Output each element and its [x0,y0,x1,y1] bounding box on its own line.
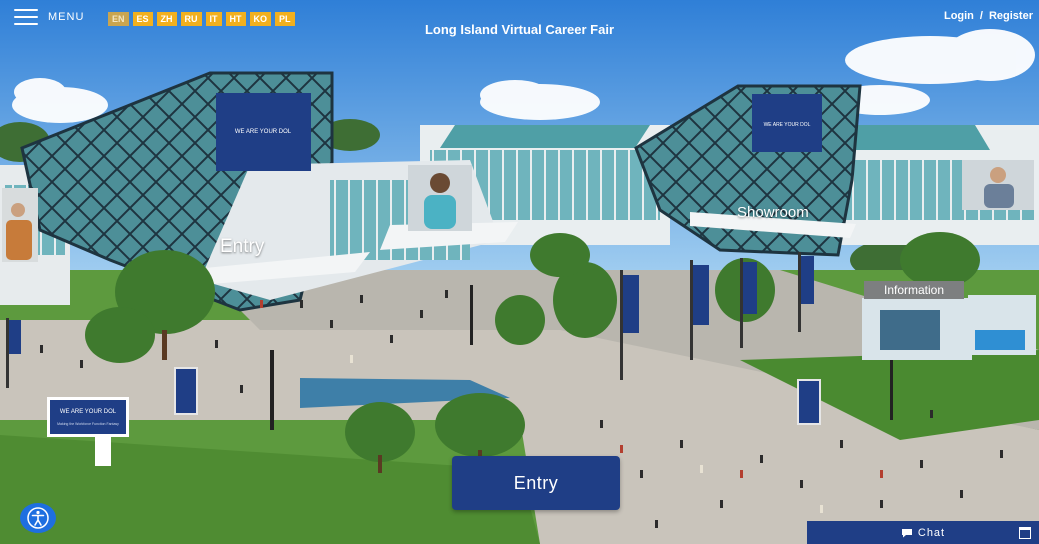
kiosk-banner-text: WE ARE YOUR DOL [60,409,117,415]
chat-bar[interactable]: Chat [807,521,1039,544]
auth-links: Login / Register [944,10,1033,22]
tower-banner-text: WE ARE YOUR DOL [764,122,811,128]
maximize-icon[interactable] [1019,527,1031,539]
tower-banner-text: WE ARE YOUR DOL [235,129,292,135]
login-link[interactable]: Login [944,10,974,22]
chat-bubble-icon [901,528,912,537]
entry-building-sign[interactable]: Entry [220,236,264,258]
accessibility-button[interactable] [20,503,56,533]
auth-separator: / [979,10,983,22]
top-bar: MENU EN ES ZH RU IT HT KO PL Long Island… [0,0,1039,46]
showroom-building-sign[interactable]: Showroom [737,204,809,221]
entry-button[interactable]: Entry [452,456,620,510]
page-title: Long Island Virtual Career Fair [424,22,615,37]
chat-label: Chat [917,526,946,539]
register-link[interactable]: Register [989,10,1033,22]
accessibility-icon [27,507,49,529]
information-booth-sign[interactable]: Information [864,281,964,299]
kiosk-banner-subtext: Making the Workforce Function Fantasy [57,422,119,426]
